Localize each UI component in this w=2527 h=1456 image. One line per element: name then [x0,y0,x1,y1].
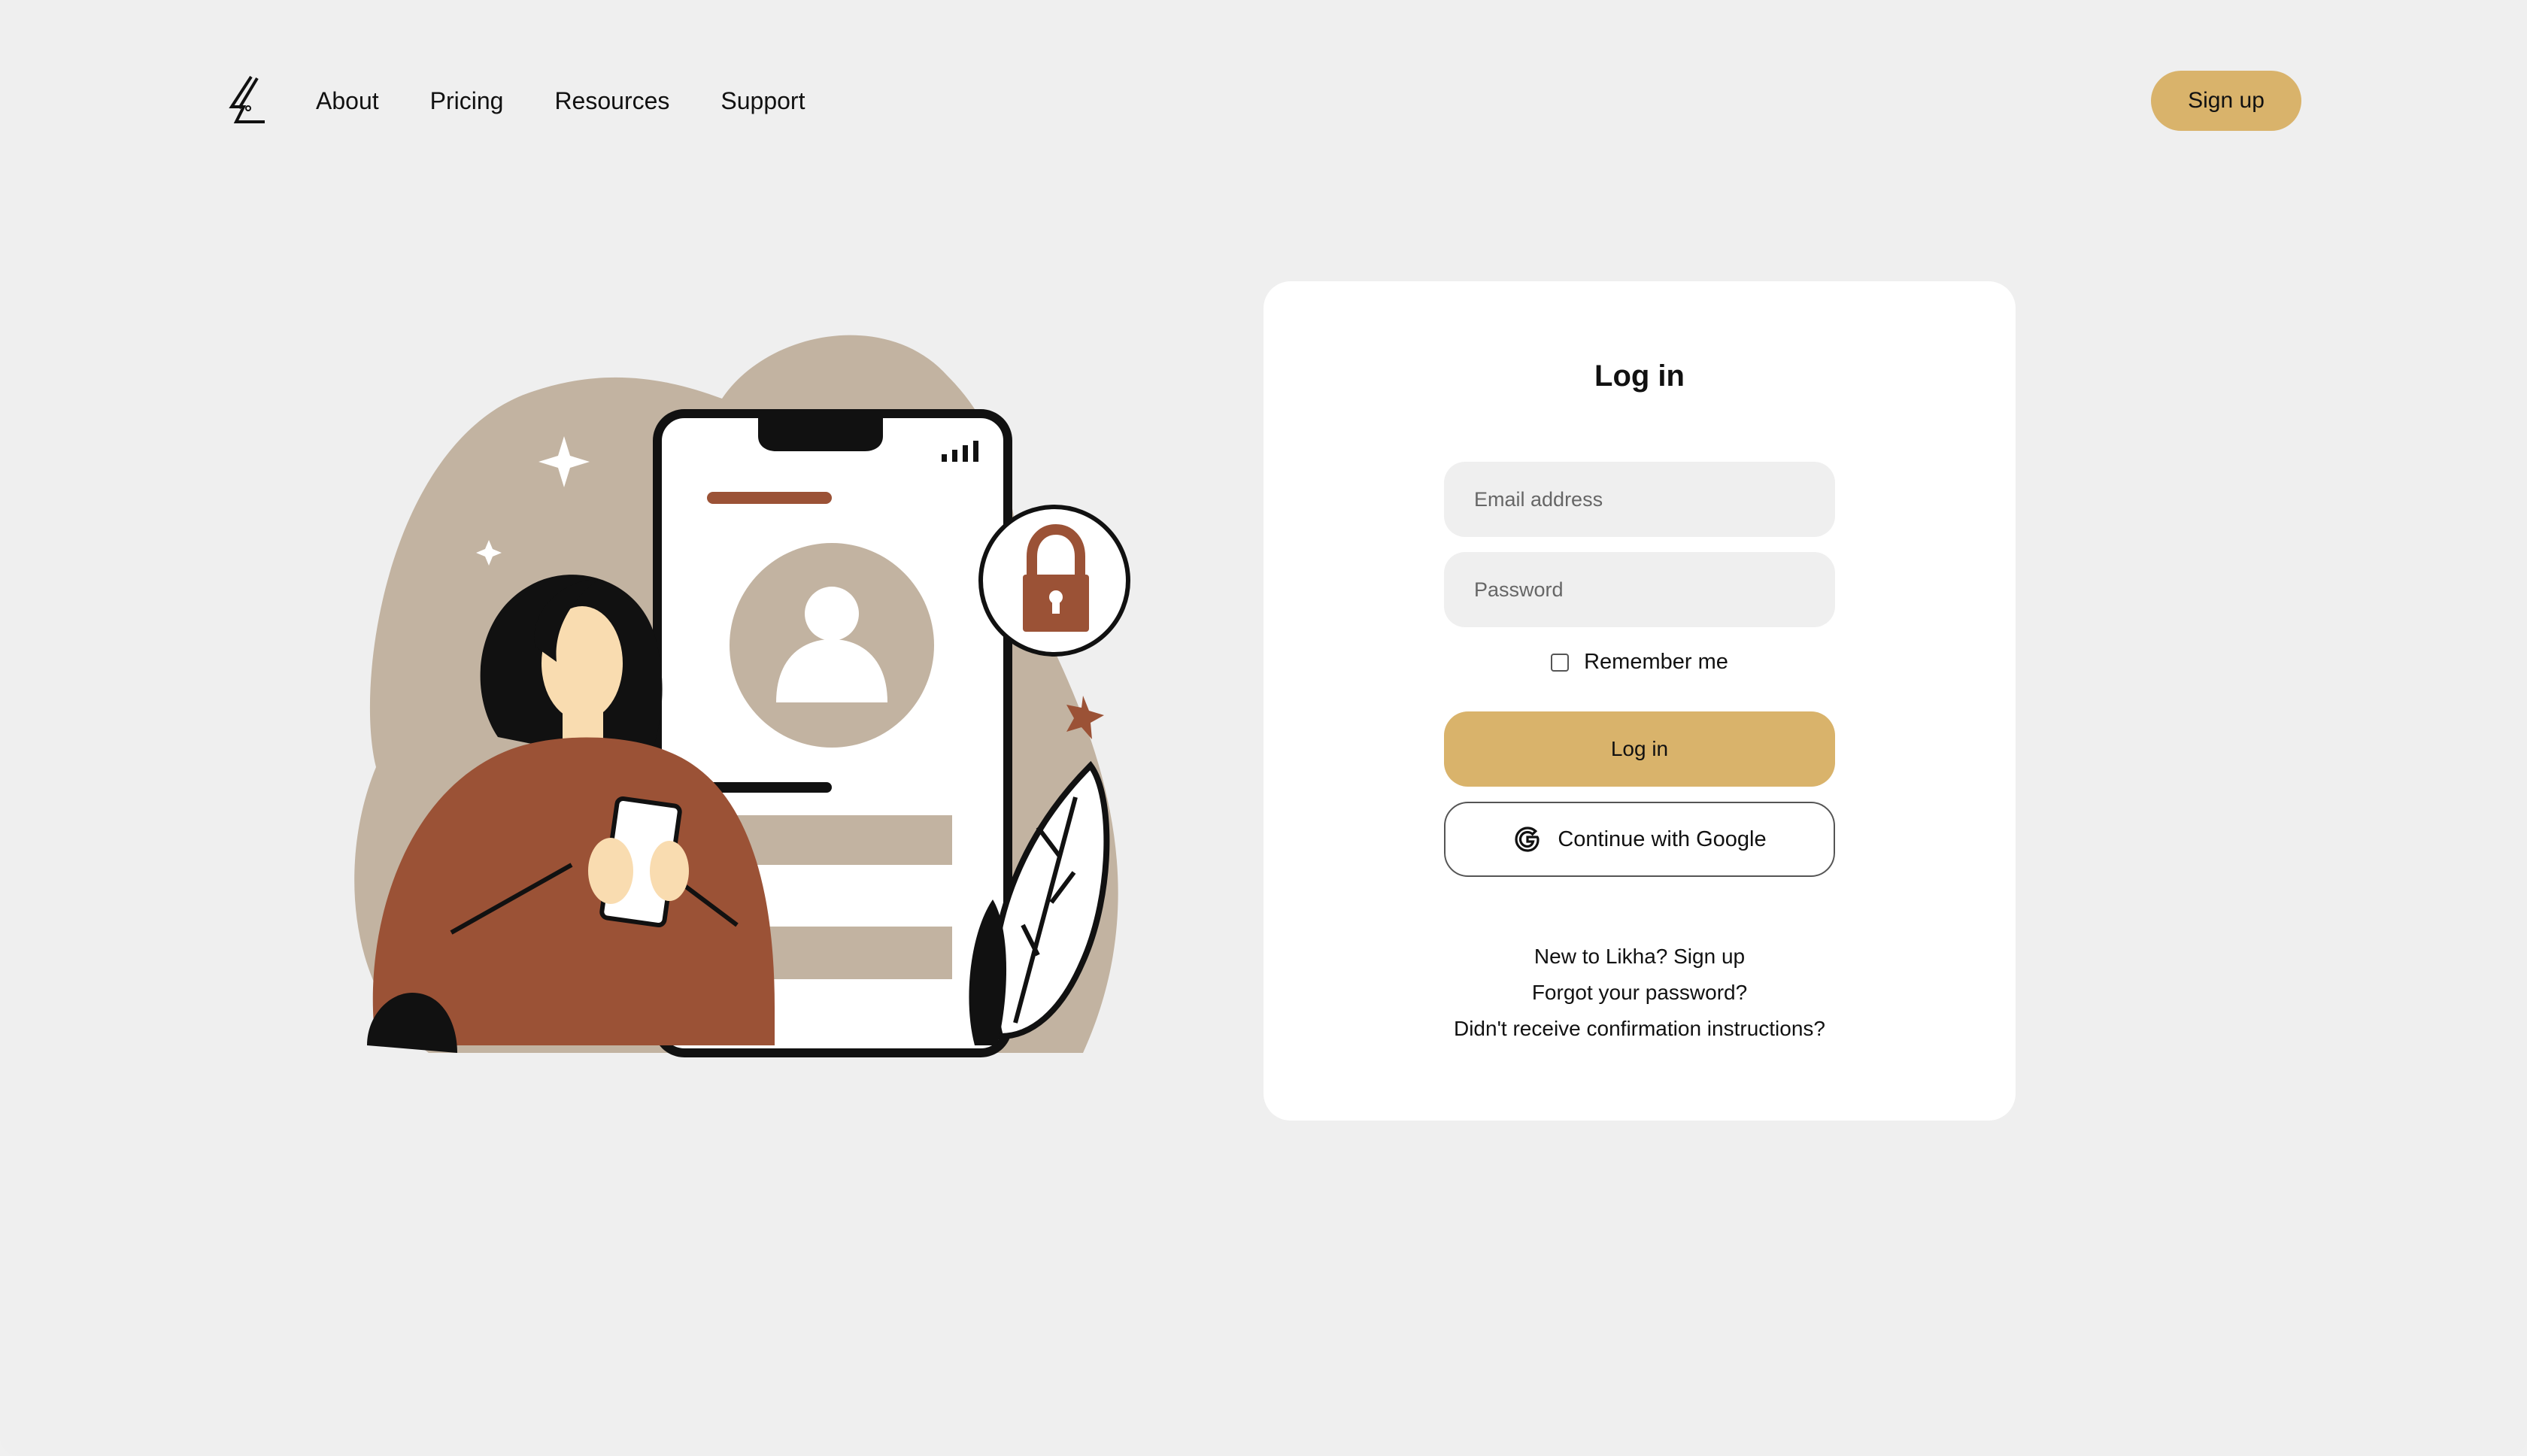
login-illustration [354,335,1130,1057]
header-signup-button[interactable]: Sign up [2151,71,2301,131]
google-button-label: Continue with Google [1558,827,1767,851]
likha-logo-icon[interactable] [226,74,271,126]
main-nav: About Pricing Resources Support [316,84,856,117]
phone-notch [758,414,883,451]
nav-resources[interactable]: Resources [554,84,669,117]
remember-me-row: Remember me [1264,650,2016,675]
login-page: About Pricing Resources Support Sign up [0,0,2527,1456]
signup-link[interactable]: New to Likha? Sign up [1264,939,2016,975]
login-button[interactable]: Log in [1444,711,1835,787]
auth-links: New to Likha? Sign up Forgot your passwo… [1264,939,2016,1047]
nav-about[interactable]: About [316,84,379,117]
nav-pricing[interactable]: Pricing [430,84,504,117]
google-g-icon [1515,827,1540,852]
site-header: About Pricing Resources Support Sign up [0,0,2527,203]
google-login-button[interactable]: Continue with Google [1444,802,1835,877]
page-title: Log in [1594,359,1685,393]
email-field[interactable] [1444,462,1835,537]
nav-support[interactable]: Support [720,84,805,117]
forgot-password-link[interactable]: Forgot your password? [1264,975,2016,1011]
password-field[interactable] [1444,552,1835,627]
remember-me-checkbox[interactable] [1551,653,1570,672]
remember-me-label[interactable]: Remember me [1584,650,1728,675]
resend-confirmation-link[interactable]: Didn't receive confirmation instructions… [1264,1011,2016,1047]
login-card: Log in Remember me Log in Continue with … [1264,281,2016,1121]
